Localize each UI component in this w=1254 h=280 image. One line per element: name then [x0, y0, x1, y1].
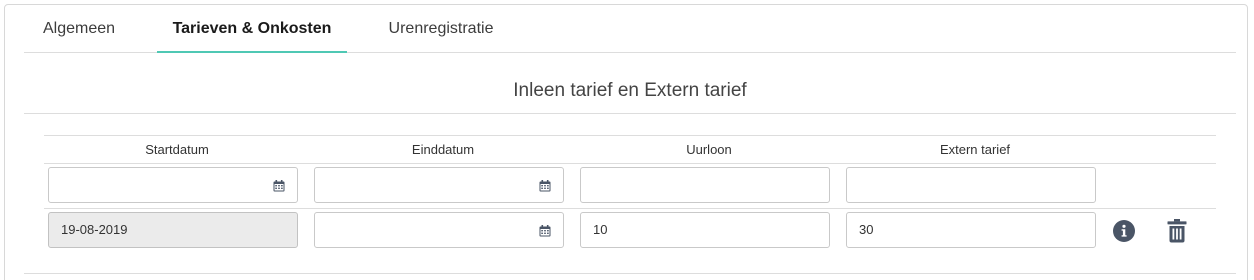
row-divider [44, 208, 1216, 209]
tab-urenregistratie-label: Urenregistratie [388, 20, 494, 37]
table-header: Startdatum Einddatum Uurloon Extern tari… [44, 135, 1216, 164]
calendar-icon[interactable] [539, 225, 551, 237]
column-header-uurloon: Uurloon [686, 142, 732, 157]
section-divider [24, 273, 1236, 274]
startdatum-value: 19-08-2019 [61, 222, 128, 237]
einddatum-input-new[interactable] [314, 167, 564, 203]
uurloon-input-new[interactable] [580, 167, 830, 203]
tab-urenregistratie[interactable]: Urenregistratie [376, 5, 506, 52]
extern-tarief-value: 30 [859, 222, 874, 237]
tariff-card: Algemeen Tarieven & Onkosten Urenregistr… [4, 4, 1248, 280]
einddatum-input[interactable] [314, 212, 564, 248]
calendar-icon[interactable] [273, 180, 285, 192]
extern-tarief-input[interactable]: 30 [846, 212, 1096, 248]
uurloon-value: 10 [593, 222, 608, 237]
tab-tarieven-onkosten[interactable]: Tarieven & Onkosten [157, 5, 347, 53]
column-header-extern-tarief: Extern tarief [939, 142, 1011, 157]
tab-algemeen-label: Algemeen [42, 20, 116, 37]
extern-tarief-input-new[interactable] [846, 167, 1096, 203]
tab-algemeen[interactable]: Algemeen [24, 5, 134, 52]
column-header-startdatum: Startdatum [145, 142, 209, 157]
trash-icon[interactable] [1167, 219, 1187, 243]
startdatum-field: 19-08-2019 [48, 212, 298, 248]
tab-tarieven-onkosten-label: Tarieven & Onkosten [172, 20, 332, 37]
uurloon-input[interactable]: 10 [580, 212, 830, 248]
column-header-einddatum: Einddatum [411, 142, 475, 157]
tab-bar: Algemeen Tarieven & Onkosten Urenregistr… [24, 5, 1236, 53]
section-title: Inleen tarief en Extern tarief [24, 53, 1236, 114]
calendar-icon[interactable] [539, 180, 551, 192]
startdatum-input-new[interactable] [48, 167, 298, 203]
info-icon[interactable] [1113, 220, 1135, 242]
